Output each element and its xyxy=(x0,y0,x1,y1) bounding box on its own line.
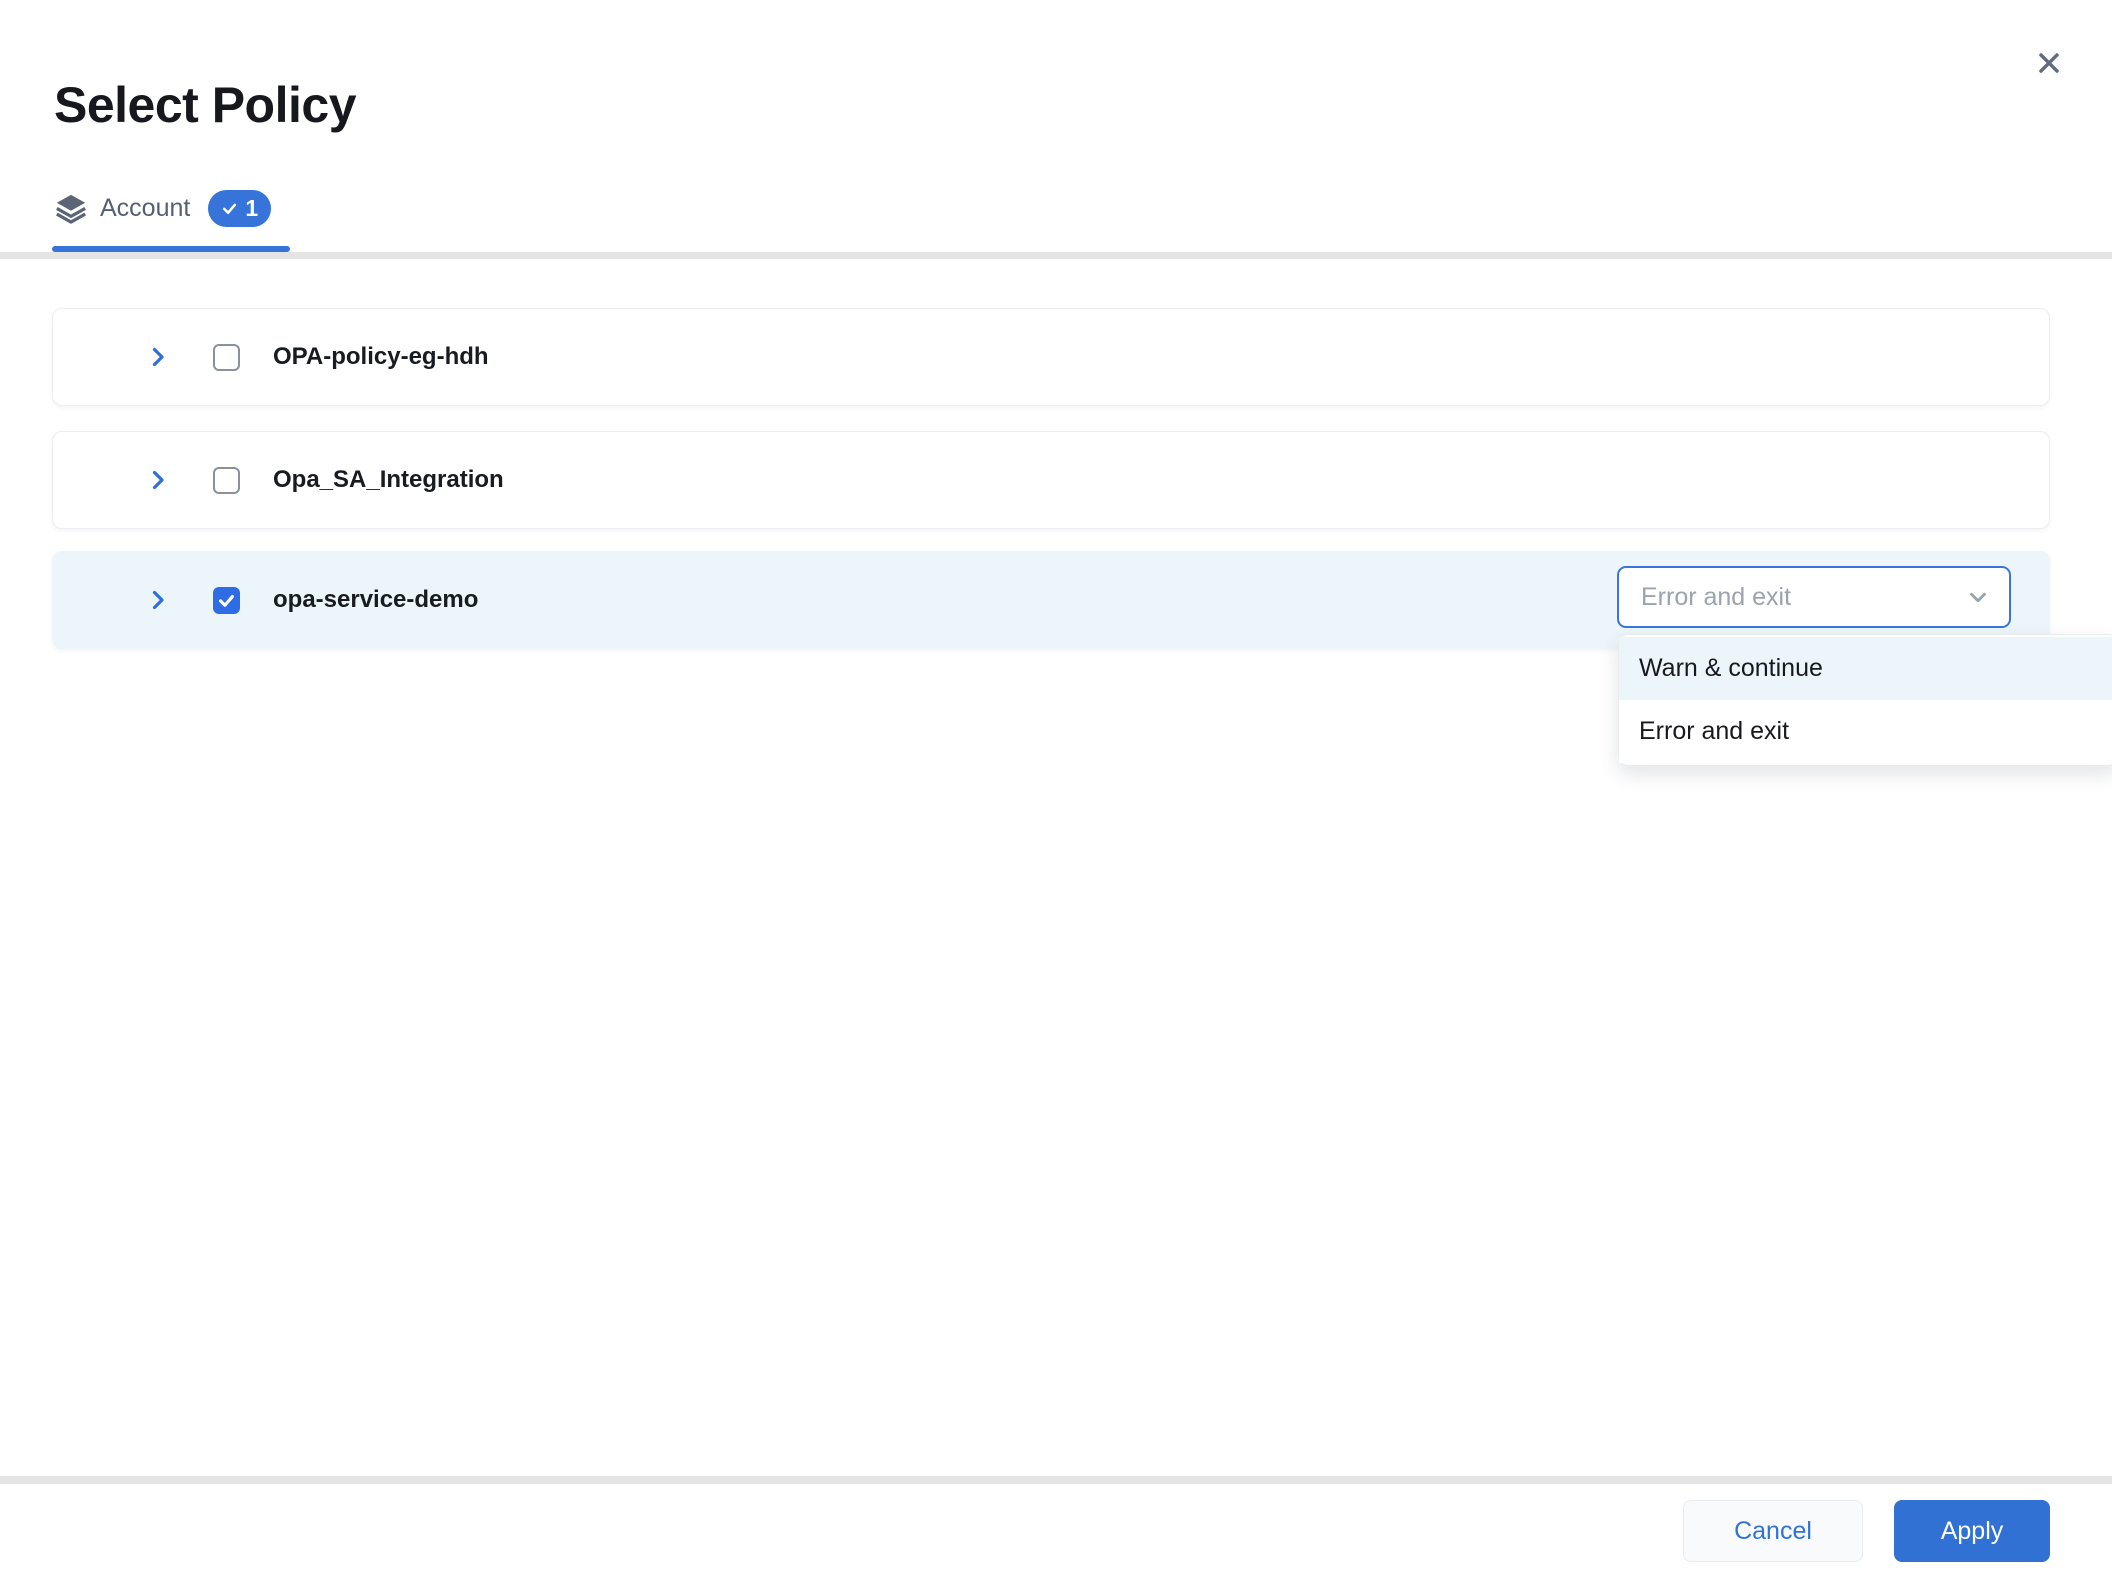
checkbox[interactable] xyxy=(213,467,240,494)
policy-row[interactable]: Opa_SA_Integration xyxy=(52,431,2050,529)
policy-name: Opa_SA_Integration xyxy=(273,466,504,494)
chevron-right-icon xyxy=(146,345,170,369)
apply-button[interactable]: Apply xyxy=(1894,1500,2050,1562)
tab-account-label: Account xyxy=(100,194,190,223)
expand-button[interactable] xyxy=(143,465,173,495)
expand-button[interactable] xyxy=(143,342,173,372)
checkbox[interactable] xyxy=(213,587,240,614)
menu-option-warn-continue[interactable]: Warn & continue xyxy=(1619,637,2112,700)
tab-bar-separator xyxy=(0,252,2112,259)
check-icon xyxy=(221,200,238,217)
chevron-right-icon xyxy=(146,588,170,612)
active-tab-indicator xyxy=(52,246,290,252)
action-dropdown-value: Error and exit xyxy=(1641,583,1965,612)
close-icon xyxy=(2033,47,2065,79)
tab-account[interactable]: Account 1 xyxy=(54,190,271,227)
layers-icon xyxy=(54,192,88,226)
policy-name: opa-service-demo xyxy=(273,586,478,614)
badge-count: 1 xyxy=(245,195,258,222)
chevron-right-icon xyxy=(146,468,170,492)
action-dropdown-menu: Warn & continue Error and exit xyxy=(1618,634,2112,766)
policy-row[interactable]: OPA-policy-eg-hdh xyxy=(52,308,2050,406)
page-title: Select Policy xyxy=(54,76,356,134)
close-button[interactable] xyxy=(2028,42,2070,84)
expand-button[interactable] xyxy=(143,585,173,615)
chevron-down-icon xyxy=(1965,584,1991,610)
checkbox[interactable] xyxy=(213,344,240,371)
cancel-button[interactable]: Cancel xyxy=(1683,1500,1863,1562)
selected-count-badge: 1 xyxy=(208,190,271,227)
footer-separator xyxy=(0,1476,2112,1484)
action-dropdown[interactable]: Error and exit xyxy=(1617,566,2011,628)
menu-option-error-exit[interactable]: Error and exit xyxy=(1619,700,2112,763)
policy-name: OPA-policy-eg-hdh xyxy=(273,343,489,371)
